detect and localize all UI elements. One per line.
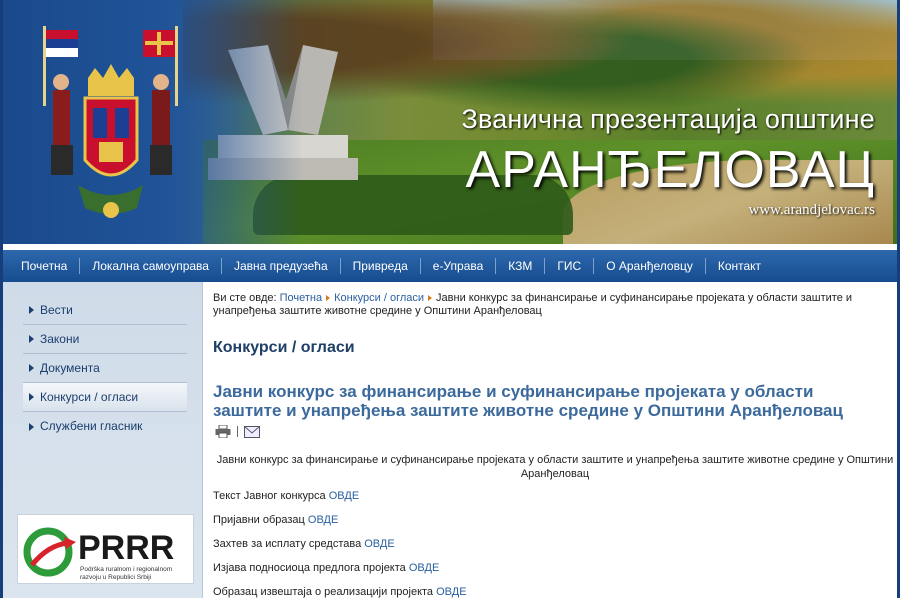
nav-item-economy[interactable]: Привреда xyxy=(341,250,420,282)
site-title: АРАНЂЕЛОВАЦ xyxy=(465,141,875,199)
sidebar-item-label: Вести xyxy=(40,302,73,317)
nav-item-contact[interactable]: Контакт xyxy=(706,250,773,282)
prrr-logo: PRRR Podrška ruralnom i regionalnom razv… xyxy=(23,527,174,581)
sidebar-menu: Вести Закони Документа Конкурси / огласи… xyxy=(23,296,187,441)
main-content: Ви сте овде: Почетна Конкурси / огласи Јав… xyxy=(213,282,897,598)
sidebar-item-label: Документа xyxy=(40,360,100,375)
arrow-right-icon xyxy=(29,364,34,372)
main-nav: Почетна Локална самоуправа Јавна предузе… xyxy=(3,250,897,282)
prrr-caption-line2: razvoju u Republici Srbiji xyxy=(80,574,151,581)
page: Званична презентација општине АРАНЂЕЛОВА… xyxy=(0,0,900,598)
sidebar-item-news[interactable]: Вести xyxy=(23,296,187,325)
email-icon[interactable] xyxy=(244,425,260,438)
section-title: Конкурси / огласи xyxy=(213,339,355,356)
nav-item-e-government[interactable]: е-Управа xyxy=(421,250,496,282)
arrow-right-icon xyxy=(29,393,34,401)
breadcrumb-home-link[interactable]: Почетна xyxy=(280,292,323,304)
sidebar-item-laws[interactable]: Закони xyxy=(23,325,187,354)
coat-of-arms-logo xyxy=(43,26,178,218)
nav-item-local-government[interactable]: Локална самоуправа xyxy=(80,250,221,282)
tools-separator xyxy=(237,426,238,437)
sidebar-item-label: Конкурси / огласи xyxy=(40,389,139,404)
sidebar-item-competitions[interactable]: Конкурси / огласи xyxy=(23,383,187,412)
document-line: Текст Јавног конкурса ОВДЕ xyxy=(213,490,359,502)
document-label: Изјава подносиоца предлога пројекта xyxy=(213,562,406,574)
document-link[interactable]: ОВДЕ xyxy=(329,490,359,502)
arrow-right-icon xyxy=(29,306,34,314)
prrr-banner[interactable]: PRRR Podrška ruralnom i regionalnom razv… xyxy=(17,514,194,584)
prrr-caption-line1: Podrška ruralnom i regionalnom xyxy=(80,566,172,573)
site-header: Званична презентација општине АРАНЂЕЛОВА… xyxy=(3,0,897,250)
sidebar-item-label: Службени гласник xyxy=(40,419,143,433)
document-link[interactable]: ОВДЕ xyxy=(409,562,439,574)
article-tools xyxy=(215,425,260,438)
sidebar-item-documents[interactable]: Документа xyxy=(23,354,187,383)
sidebar-item-official-gazette[interactable]: Службени гласник xyxy=(23,412,187,441)
document-link[interactable]: ОВДЕ xyxy=(436,586,466,598)
site-url: www.arandjelovac.rs xyxy=(748,202,875,218)
sidebar-item-label: Закони xyxy=(40,331,80,346)
document-label: Пријавни образац xyxy=(213,514,305,526)
nav-item-gis[interactable]: ГИС xyxy=(545,250,593,282)
document-line: Пријавни образац ОВДЕ xyxy=(213,514,338,526)
nav-item-about[interactable]: О Аранђеловцу xyxy=(594,250,705,282)
document-line: Изјава подносиоца предлога пројекта ОВДЕ xyxy=(213,562,439,574)
document-label: Образац извештаја о реализацији пројекта xyxy=(213,586,434,598)
breadcrumb-arrow-icon xyxy=(326,295,331,302)
document-link[interactable]: ОВДЕ xyxy=(308,514,338,526)
arrow-right-icon xyxy=(29,335,34,343)
breadcrumb-arrow-icon xyxy=(428,295,433,302)
breadcrumb-section-link[interactable]: Конкурси / огласи xyxy=(334,292,424,304)
breadcrumb-prefix: Ви сте овде: xyxy=(213,292,277,304)
sidebar: Вести Закони Документа Конкурси / огласи… xyxy=(3,282,203,598)
print-icon[interactable] xyxy=(215,425,231,438)
document-line: Образац извештаја о реализацији пројекта… xyxy=(213,586,467,598)
article-title[interactable]: Јавни конкурс за финансирање и суфинанси… xyxy=(213,382,883,420)
document-line: Захтев за исплату средстава ОВДЕ xyxy=(213,538,395,550)
nav-item-kzm[interactable]: КЗМ xyxy=(496,250,544,282)
breadcrumb: Ви сте овде: Почетна Конкурси / огласи Јав… xyxy=(213,292,873,318)
nav-item-public-enterprises[interactable]: Јавна предузећа xyxy=(222,250,340,282)
site-subtitle: Званична презентација општине xyxy=(461,104,875,134)
nav-item-home[interactable]: Почетна xyxy=(9,250,79,282)
prrr-logo-text: PRRR xyxy=(78,529,174,567)
arrow-right-icon xyxy=(29,422,34,431)
document-label: Текст Јавног конкурса xyxy=(213,490,326,502)
document-link[interactable]: ОВДЕ xyxy=(364,538,394,550)
article-intro: Јавни конкурс за финансирање и суфинанси… xyxy=(216,454,894,480)
document-label: Захтев за исплату средстава xyxy=(213,538,362,550)
